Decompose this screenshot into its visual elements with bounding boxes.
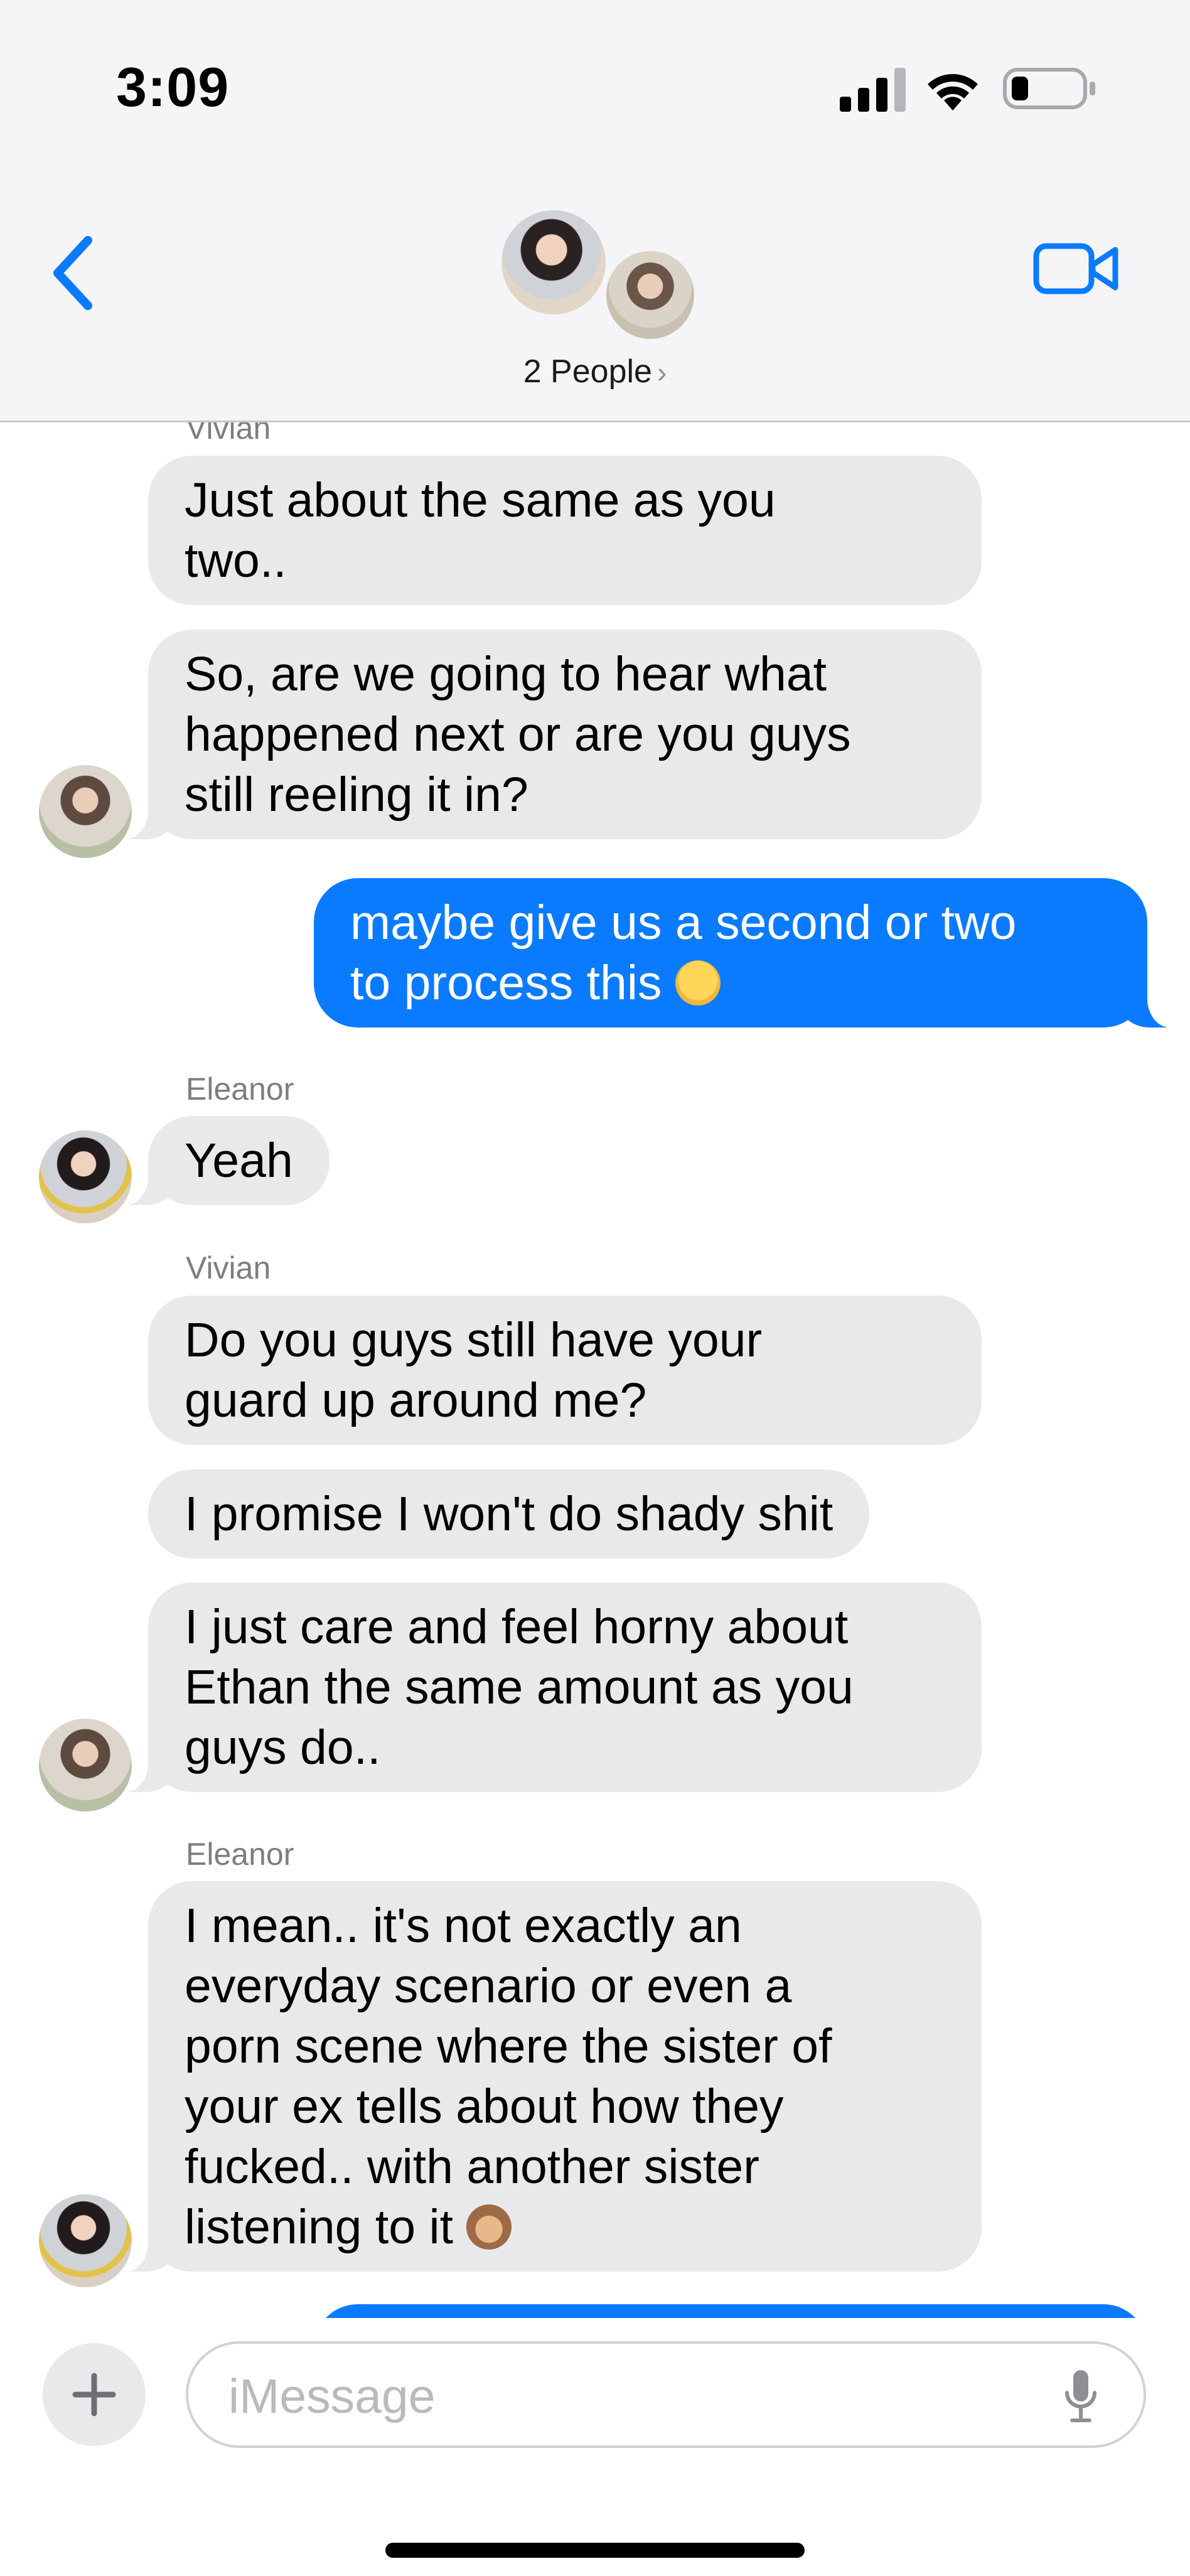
message-input[interactable]: iMessage	[186, 2341, 1146, 2448]
microphone-icon[interactable]	[1062, 2368, 1100, 2425]
group-avatar-vivian[interactable]	[603, 248, 697, 342]
message-bubble-incoming[interactable]: I mean.. it's not exactly an everyday sc…	[115, 1881, 982, 2272]
status-bar: 3:09	[0, 0, 1190, 169]
group-people-label: 2 People	[523, 353, 652, 390]
compose-bar: iMessage	[0, 2318, 1190, 2576]
status-time: 3:09	[116, 56, 230, 118]
see-no-evil-monkey-emoji	[466, 2204, 512, 2250]
avatar-vivian[interactable]	[39, 765, 132, 858]
message-bubble-incoming[interactable]: Yeah	[115, 1116, 330, 1205]
avatar-vivian[interactable]	[39, 1719, 132, 1811]
battery-icon	[1003, 68, 1095, 109]
message-bubble-outgoing[interactable]: maybe give us a second or two to process…	[314, 878, 1180, 1028]
sender-name: Eleanor	[186, 1837, 294, 1872]
sender-name: Vivian	[186, 422, 271, 446]
home-indicator[interactable]	[385, 2543, 805, 2558]
sender-name: Vivian	[186, 1250, 271, 1285]
group-people-link[interactable]: 2 People ›	[0, 353, 1190, 390]
avatar-eleanor[interactable]	[39, 2194, 132, 2287]
plus-button[interactable]	[43, 2343, 146, 2446]
message-bubble-incoming[interactable]: I just care and feel horny about Ethan t…	[115, 1582, 982, 1792]
chevron-right-icon: ›	[657, 356, 667, 389]
message-list[interactable]: Vivian Just about the same as you two.. …	[0, 422, 1190, 2318]
wifi-icon	[928, 74, 978, 110]
message-bubble-incoming[interactable]: So, are we going to hear what happened n…	[115, 630, 982, 839]
conversation-header: 2 People ›	[0, 169, 1190, 422]
back-chevron-icon[interactable]	[44, 229, 107, 317]
sender-name: Eleanor	[186, 1071, 294, 1107]
message-bubble-outgoing-partial[interactable]	[314, 2304, 1147, 2318]
message-text: I mean.. it's not exactly an everyday sc…	[185, 1899, 832, 2254]
avatar-eleanor[interactable]	[39, 1130, 132, 1223]
group-avatar-eleanor[interactable]	[498, 207, 609, 318]
weary-face-emoji	[675, 960, 721, 1006]
message-input-placeholder: iMessage	[228, 2369, 436, 2423]
message-bubble-incoming[interactable]: I promise I won't do shady shit	[148, 1469, 870, 1559]
plus-icon	[72, 2373, 116, 2417]
message-bubble-incoming[interactable]: Do you guys still have your guard up aro…	[148, 1296, 982, 1445]
signal-icon	[840, 68, 906, 112]
message-bubble-incoming[interactable]: Just about the same as you two..	[148, 456, 982, 605]
video-camera-icon[interactable]	[1032, 237, 1120, 300]
